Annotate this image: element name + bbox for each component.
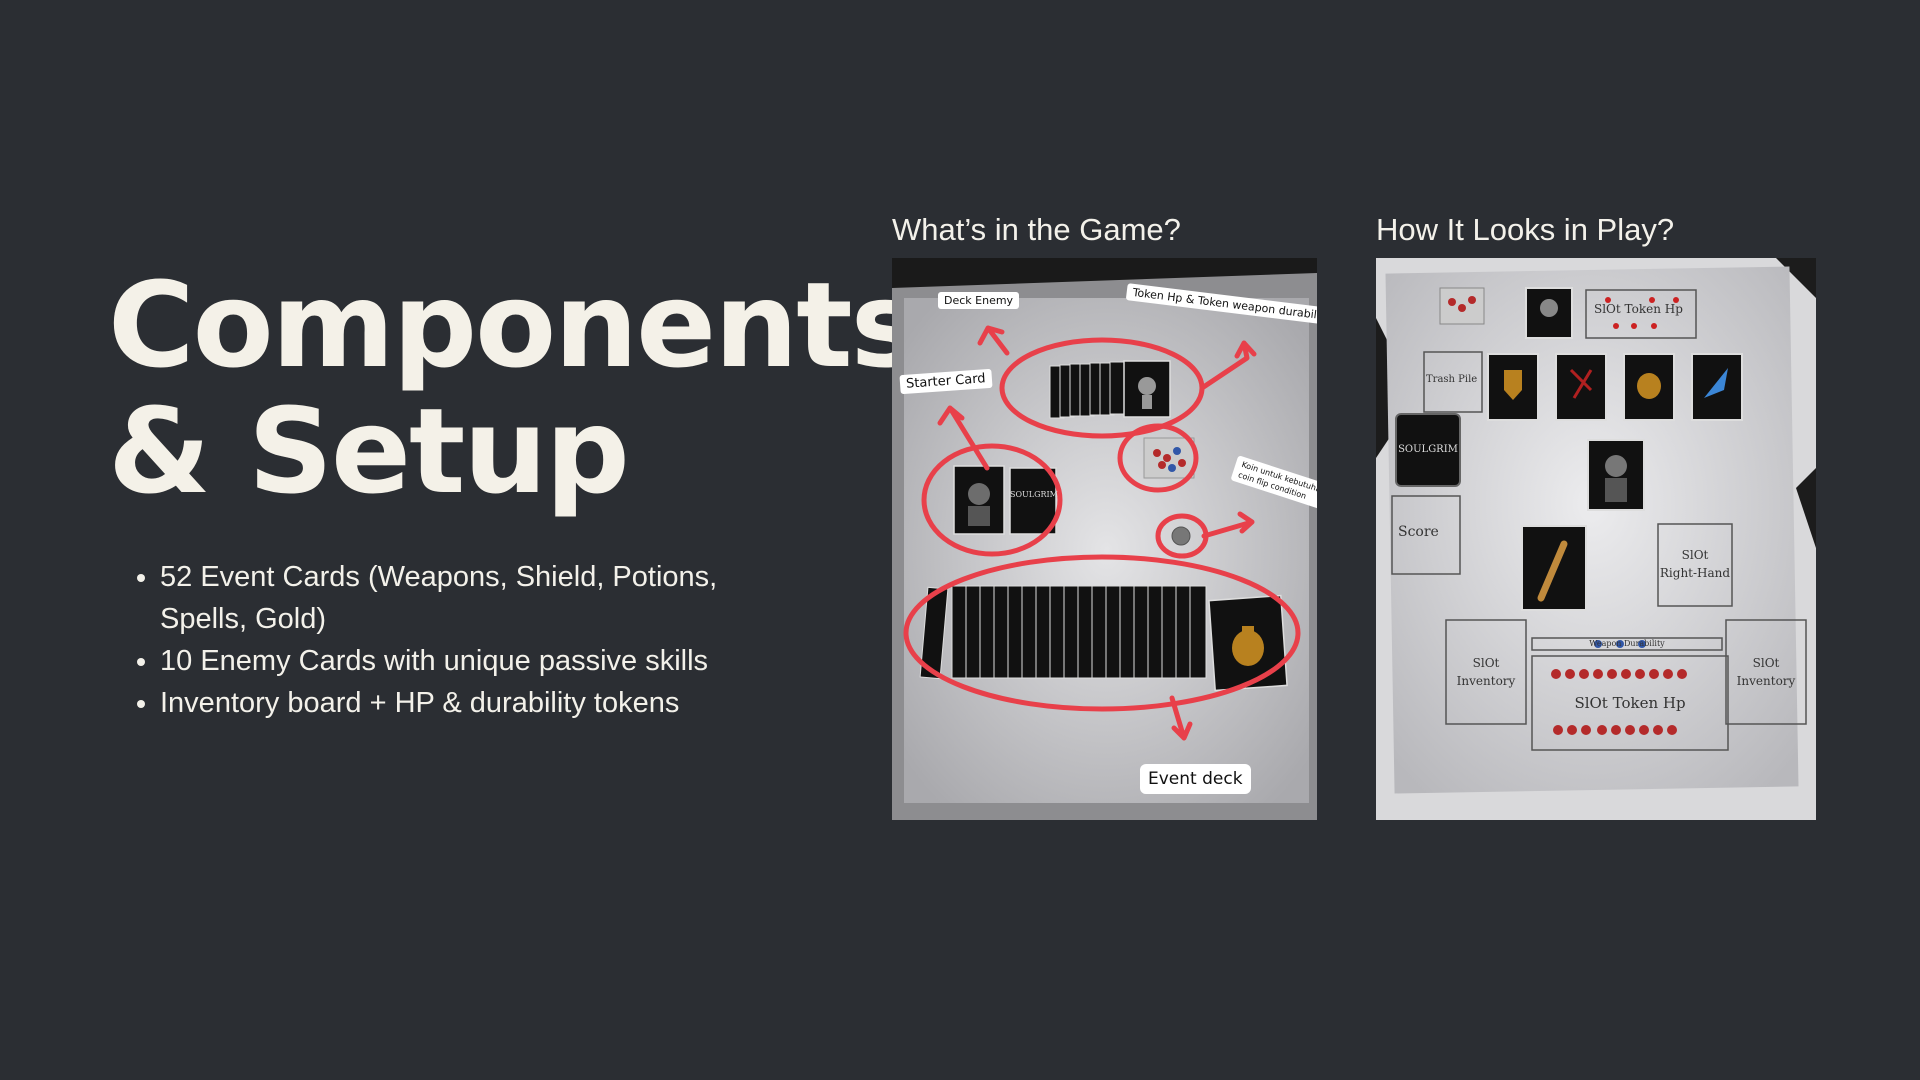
list-item: 10 Enemy Cards with unique passive skill… [160, 640, 750, 682]
soulgrim-deck-text: SOULGRIM [1398, 444, 1458, 455]
title-line-2: & Setup [108, 382, 630, 520]
slot-inventory-left-line-2: Inventory [1456, 674, 1516, 688]
gameplay-photo: SlOt Token Hp Trash Pile SOULGRIM Score … [1376, 258, 1816, 820]
list-item: 52 Event Cards (Weapons, Shield, Potions… [160, 556, 750, 640]
gameplay-photo-art [1376, 258, 1816, 820]
slot-right-hand-line-1: SlOt [1681, 548, 1709, 562]
soulgrim-card-text: SOULGRIM [1010, 490, 1058, 499]
title-line-1: Components [108, 256, 921, 394]
components-photo: Deck Enemy Starter Card Token Hp & Token… [892, 258, 1317, 820]
slot-right-hand-label: SlOt Right-Hand [1658, 546, 1732, 582]
slot-token-hp-top-label: SlOt Token Hp [1594, 302, 1683, 316]
slot-token-hp-bottom-label: SlOt Token Hp [1574, 694, 1686, 712]
score-slot-label: Score [1398, 524, 1439, 540]
left-photo-caption: What’s in the Game? [892, 212, 1181, 247]
slot-inventory-left-line-1: SlOt [1472, 656, 1500, 670]
right-photo-caption: How It Looks in Play? [1376, 212, 1675, 247]
components-list: 52 Event Cards (Weapons, Shield, Potions… [128, 556, 750, 724]
deck-enemy-label: Deck Enemy [938, 292, 1020, 309]
event-deck-label: Event deck [1140, 764, 1251, 794]
slot-inventory-right-label: SlOt Inventory [1726, 654, 1806, 690]
slide-title: Components & Setup [108, 256, 921, 520]
trash-pile-label: Trash Pile [1426, 374, 1478, 385]
weapon-durability-label: Weapon Durability [1589, 639, 1665, 648]
list-item: Inventory board + HP & durability tokens [160, 682, 750, 724]
slot-inventory-left-label: SlOt Inventory [1446, 654, 1526, 690]
slot-inventory-right-line-2: Inventory [1736, 674, 1796, 688]
components-photo-art [892, 258, 1317, 820]
slot-inventory-right-line-1: SlOt [1752, 656, 1780, 670]
slot-right-hand-line-2: Right-Hand [1659, 566, 1731, 580]
